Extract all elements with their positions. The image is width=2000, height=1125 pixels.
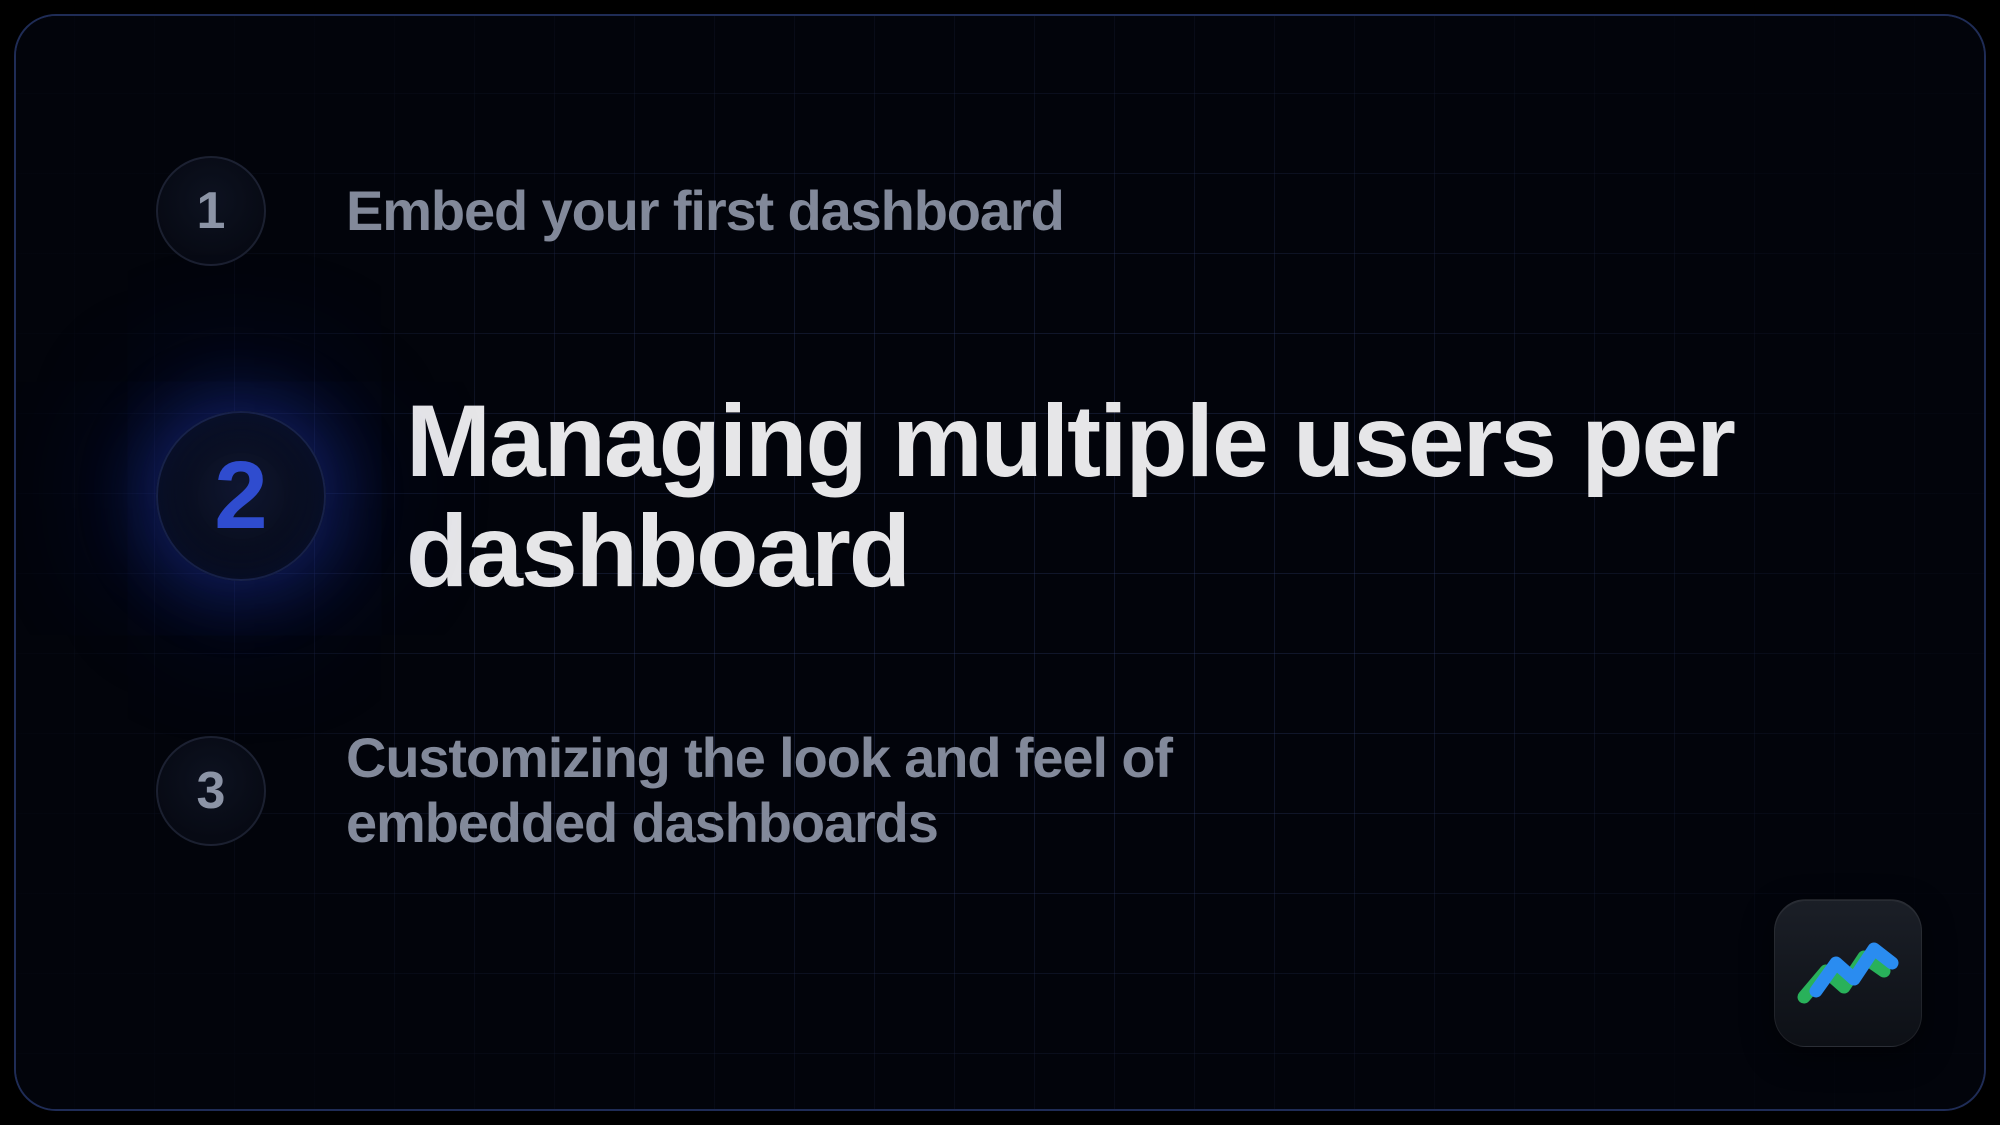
step-3: 3 Customizing the look and feel of embed… — [156, 726, 1864, 855]
step-2-number: 2 — [214, 441, 267, 551]
step-2: 2 Managing multiple users per dashboard — [156, 386, 1864, 606]
step-3-label: Customizing the look and feel of embedde… — [346, 726, 1396, 855]
step-3-badge: 3 — [156, 736, 266, 846]
step-1: 1 Embed your first dashboard — [156, 156, 1864, 266]
chart-line-icon — [1797, 931, 1899, 1016]
step-1-badge: 1 — [156, 156, 266, 266]
step-1-number: 1 — [197, 181, 226, 241]
step-3-number: 3 — [197, 761, 226, 821]
slide-card: 1 Embed your first dashboard 2 Managing … — [14, 14, 1986, 1111]
step-1-label: Embed your first dashboard — [346, 179, 1064, 243]
brand-logo — [1774, 899, 1922, 1047]
steps-list: 1 Embed your first dashboard 2 Managing … — [16, 16, 1984, 855]
step-2-badge: 2 — [156, 411, 326, 581]
step-2-label: Managing multiple users per dashboard — [406, 386, 1864, 606]
